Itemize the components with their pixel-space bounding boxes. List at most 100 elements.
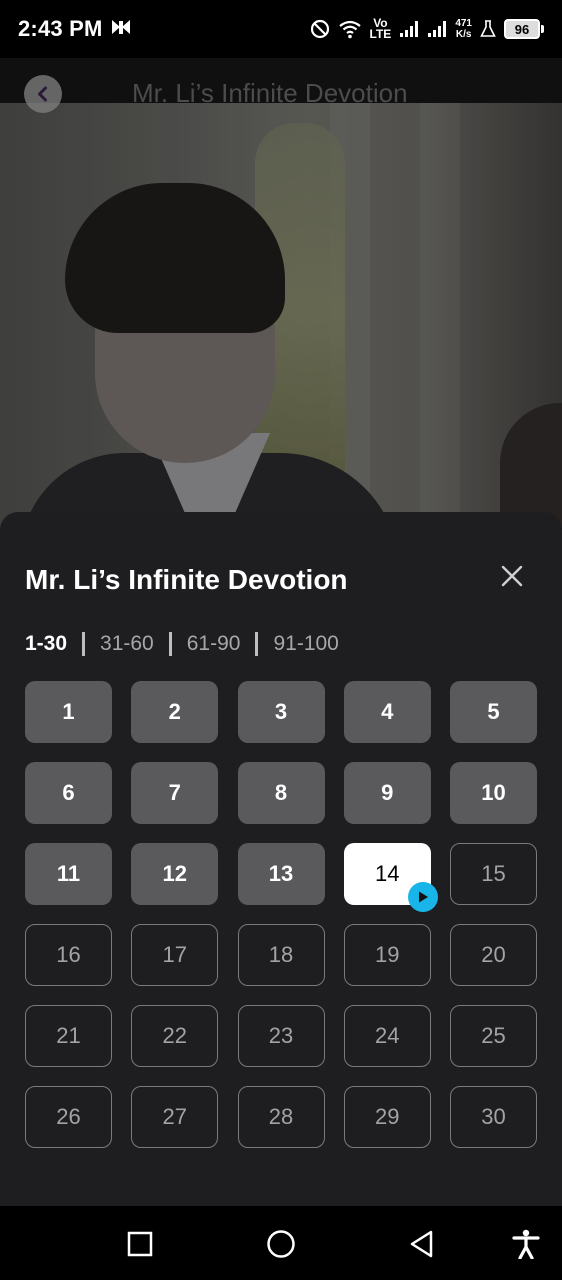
video-player[interactable]: Mr. Li’s Infinite Devotion [0, 58, 562, 528]
episode-button-12[interactable]: 12 [131, 843, 219, 905]
episode-number: 14 [375, 861, 400, 886]
episode-number: 6 [62, 780, 75, 805]
system-nav-bar [0, 1206, 562, 1280]
recents-button[interactable] [122, 1226, 158, 1262]
episode-button-10[interactable]: 10 [450, 762, 537, 824]
close-button[interactable] [494, 558, 530, 594]
network-speed-value: 471 [455, 18, 472, 29]
battery-level: 96 [504, 19, 540, 39]
episode-number: 17 [162, 942, 187, 967]
range-tab-1-30[interactable]: 1-30 [25, 632, 67, 656]
volte-indicator: Vo LTE [369, 17, 392, 41]
episode-number: 7 [168, 780, 181, 805]
episode-number: 3 [274, 699, 288, 724]
episode-number: 9 [381, 780, 394, 805]
episode-button-30[interactable]: 30 [450, 1086, 537, 1148]
close-icon [501, 565, 523, 587]
back-icon [410, 1230, 433, 1258]
episode-number: 21 [56, 1023, 81, 1048]
range-separator [82, 632, 86, 656]
battery-icon: 96 [504, 19, 544, 39]
notification-app-icon [110, 18, 132, 43]
episode-number: 11 [56, 861, 81, 886]
recents-icon [127, 1231, 153, 1257]
episode-button-2[interactable]: 2 [131, 681, 219, 743]
episode-number: 27 [162, 1104, 187, 1129]
episode-button-28[interactable]: 28 [237, 1086, 325, 1148]
episode-button-9[interactable]: 9 [343, 762, 431, 824]
episode-button-29[interactable]: 29 [343, 1086, 431, 1148]
back-button[interactable] [24, 75, 62, 113]
network-speed: 471 K/s [455, 18, 472, 40]
accessibility-button[interactable] [508, 1226, 544, 1262]
episode-number: 10 [481, 780, 506, 805]
episode-number: 20 [481, 942, 506, 967]
episode-button-19[interactable]: 19 [343, 924, 431, 986]
video-frame [0, 103, 562, 528]
episode-button-4[interactable]: 4 [343, 681, 431, 743]
range-tab-61-90[interactable]: 61-90 [187, 632, 241, 656]
episode-button-11[interactable]: 11 [25, 843, 112, 905]
range-tabs: 1-30 31-60 61-90 91-100 [25, 630, 339, 658]
episode-button-7[interactable]: 7 [131, 762, 219, 824]
accessibility-icon [512, 1229, 540, 1259]
episode-button-14[interactable]: 14 [343, 843, 438, 912]
episode-number: 5 [487, 699, 500, 724]
wifi-icon [338, 19, 362, 39]
episode-number: 2 [168, 699, 181, 724]
episode-button-17[interactable]: 17 [131, 924, 219, 986]
signal-icon-1 [399, 20, 419, 38]
episode-number: 28 [268, 1104, 294, 1129]
episode-button-18[interactable]: 18 [237, 924, 325, 986]
episode-number: 25 [481, 1023, 506, 1048]
status-bar: 2:43 PM Vo LTE 471 K/s 96 [0, 0, 562, 58]
nav-back-button[interactable] [404, 1226, 440, 1262]
lte-label: LTE [369, 27, 392, 41]
episode-sheet: Mr. Li’s Infinite Devotion 1-30 31-60 61-9… [0, 512, 562, 1206]
status-time: 2:43 PM [18, 16, 103, 41]
episode-button-8[interactable]: 8 [237, 762, 325, 824]
episode-number: 26 [56, 1104, 81, 1129]
episode-button-22[interactable]: 22 [131, 1005, 219, 1067]
dnd-icon [310, 19, 330, 39]
play-icon [407, 882, 438, 912]
episode-button-24[interactable]: 24 [343, 1005, 431, 1067]
episode-button-5[interactable]: 5 [450, 681, 537, 743]
chevron-left-icon [38, 86, 47, 102]
episode-number: 12 [162, 861, 187, 886]
episode-button-25[interactable]: 25 [450, 1005, 537, 1067]
network-speed-unit: K/s [455, 29, 472, 40]
range-separator [255, 632, 259, 656]
episode-button-1[interactable]: 1 [25, 681, 112, 743]
episode-number: 13 [268, 861, 294, 886]
range-separator [168, 632, 172, 656]
range-tab-31-60[interactable]: 31-60 [100, 632, 154, 656]
range-tab-91-100[interactable]: 91-100 [273, 632, 338, 656]
episode-button-13[interactable]: 13 [237, 843, 325, 905]
episode-number: 16 [56, 942, 81, 967]
video-title: Mr. Li’s Infinite Devotion [132, 78, 408, 108]
episode-number: 8 [274, 780, 288, 805]
episode-number: 18 [268, 942, 294, 967]
episode-number: 24 [375, 1023, 400, 1048]
signal-icon-2 [427, 20, 447, 38]
episode-button-21[interactable]: 21 [25, 1005, 112, 1067]
episode-button-26[interactable]: 26 [25, 1086, 112, 1148]
episode-button-3[interactable]: 3 [237, 681, 325, 743]
episode-button-15[interactable]: 15 [450, 843, 537, 905]
episode-number: 4 [381, 699, 394, 724]
flask-icon [480, 20, 496, 38]
episode-number: 29 [375, 1104, 400, 1129]
episode-button-6[interactable]: 6 [25, 762, 112, 824]
episode-button-23[interactable]: 23 [237, 1005, 325, 1067]
episode-number: 19 [375, 942, 400, 967]
episode-number: 23 [268, 1023, 294, 1048]
home-icon [267, 1230, 295, 1258]
home-button[interactable] [263, 1226, 299, 1262]
episode-button-27[interactable]: 27 [131, 1086, 219, 1148]
episode-number: 1 [62, 699, 75, 724]
episode-number: 30 [481, 1104, 506, 1129]
episode-button-20[interactable]: 20 [450, 924, 537, 986]
sheet-title: Mr. Li’s Infinite Devotion [25, 564, 348, 595]
episode-button-16[interactable]: 16 [25, 924, 112, 986]
